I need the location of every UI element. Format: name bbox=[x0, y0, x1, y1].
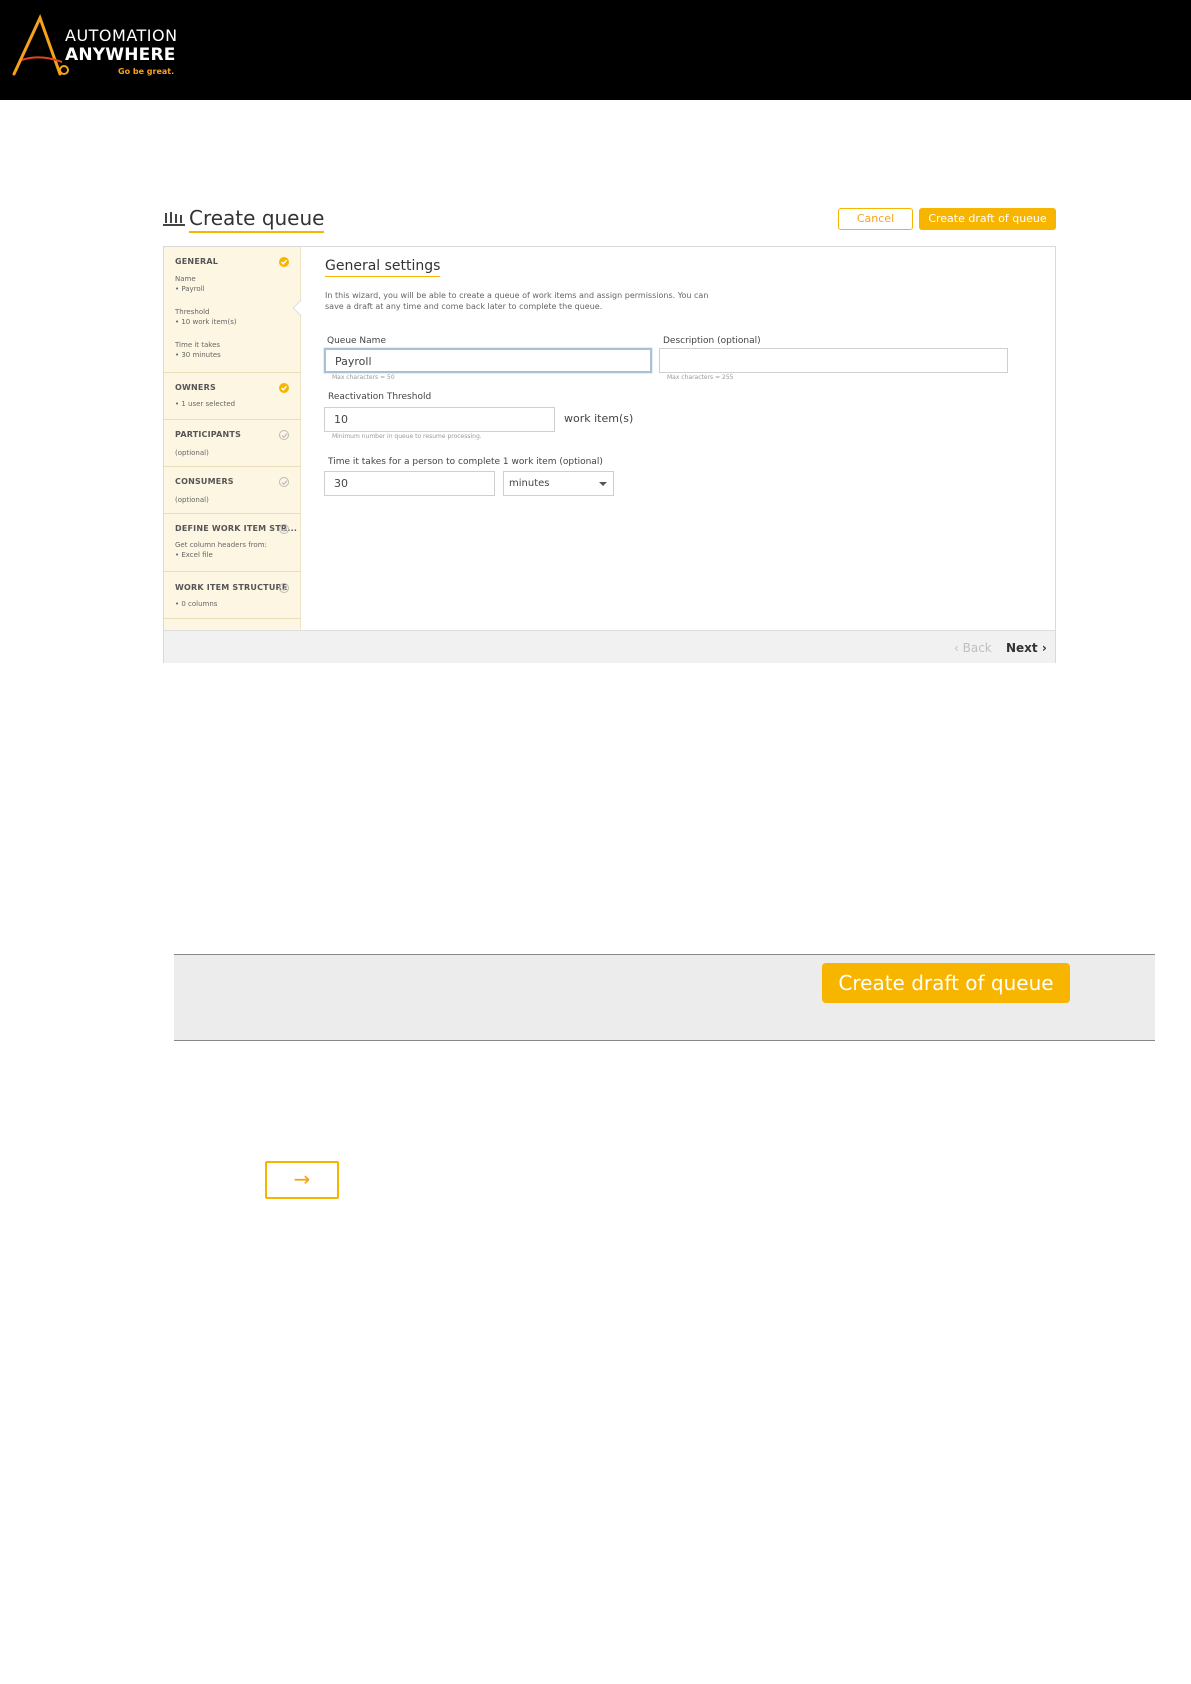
chevron-down-icon bbox=[599, 482, 607, 486]
time-to-complete-label: Time it takes for a person to complete 1… bbox=[328, 457, 603, 467]
wizard-footer: ‹ Back Next › bbox=[164, 630, 1055, 663]
page-title-wrap: Create queue bbox=[163, 205, 325, 233]
reactivation-threshold-input[interactable]: 10 bbox=[324, 407, 555, 432]
step-define-work-item-structure[interactable]: DEFINE WORK ITEM STR... Get column heade… bbox=[164, 514, 300, 572]
general-threshold-value: • 10 work item(s) bbox=[175, 318, 237, 326]
page-title: Create queue bbox=[189, 206, 325, 233]
create-queue-screenshot: Create queue Cancel Create draft of queu… bbox=[163, 200, 1056, 663]
general-time-label: Time it takes bbox=[175, 341, 221, 349]
step-work-item-structure-heading: WORK ITEM STRUCTURE bbox=[175, 583, 288, 592]
description-input[interactable] bbox=[659, 348, 1008, 373]
queue-name-hint: Max characters = 50 bbox=[332, 374, 395, 381]
check-pending-icon bbox=[279, 430, 289, 440]
description-label: Description (optional) bbox=[663, 336, 761, 346]
section-title: General settings bbox=[325, 258, 441, 277]
queue-name-input[interactable]: Payroll bbox=[324, 348, 652, 373]
back-button[interactable]: ‹ Back bbox=[954, 641, 992, 655]
check-pending-icon bbox=[279, 583, 289, 593]
chevron-right-icon: › bbox=[1037, 641, 1047, 655]
logo-text-anywhere: ANYWHERE bbox=[65, 45, 176, 65]
step-work-item-structure[interactable]: WORK ITEM STRUCTURE • 0 columns bbox=[164, 572, 300, 619]
time-unit-selected: minutes bbox=[509, 478, 550, 489]
general-settings-panel: General settings In this wizard, you wil… bbox=[302, 247, 1055, 630]
step-general-heading: GENERAL bbox=[175, 257, 219, 266]
queue-icon bbox=[163, 212, 185, 226]
create-draft-button[interactable]: Create draft of queue bbox=[919, 208, 1056, 230]
step-consumers[interactable]: CONSUMERS (optional) bbox=[164, 467, 300, 514]
next-label: Next bbox=[1006, 641, 1038, 655]
define-structure-source: • Excel file bbox=[175, 551, 213, 559]
arrow-key-icon: → bbox=[265, 1161, 339, 1199]
work-item-structure-detail: • 0 columns bbox=[175, 600, 218, 608]
callout-strip: Create draft of queue bbox=[174, 954, 1155, 1041]
check-pending-icon bbox=[279, 524, 289, 534]
general-time-value: • 30 minutes bbox=[175, 351, 221, 359]
chevron-left-icon: ‹ bbox=[954, 641, 963, 655]
define-structure-detail: Get column headers from: bbox=[175, 541, 267, 549]
header-band: AUTOMATION ANYWHERE Go be great. bbox=[0, 0, 1191, 100]
cancel-button[interactable]: Cancel bbox=[838, 208, 913, 230]
step-owners-heading: OWNERS bbox=[175, 383, 216, 392]
general-threshold-label: Threshold bbox=[175, 308, 210, 316]
wizard-steps-sidebar: GENERAL Name • Payroll Threshold • 10 wo… bbox=[164, 247, 301, 630]
time-unit-select[interactable]: minutes bbox=[503, 471, 614, 496]
step-consumers-heading: CONSUMERS bbox=[175, 477, 234, 486]
create-draft-button-zoomed[interactable]: Create draft of queue bbox=[822, 963, 1070, 1003]
logo-text-automation: AUTOMATION bbox=[65, 26, 178, 45]
queue-name-label: Queue Name bbox=[327, 336, 386, 346]
general-name-label: Name bbox=[175, 275, 196, 283]
wizard-intro-text: In this wizard, you will be able to crea… bbox=[325, 291, 709, 311]
participants-detail: (optional) bbox=[175, 449, 209, 457]
step-owners[interactable]: OWNERS • 1 user selected bbox=[164, 373, 300, 420]
check-done-icon bbox=[279, 383, 289, 393]
back-label: Back bbox=[962, 641, 992, 655]
step-participants[interactable]: PARTICIPANTS (optional) bbox=[164, 420, 300, 467]
reactivation-unit: work item(s) bbox=[564, 412, 634, 425]
reactivation-threshold-hint: Minimum number in queue to resume proces… bbox=[332, 433, 482, 440]
reactivation-threshold-label: Reactivation Threshold bbox=[328, 392, 432, 402]
next-button[interactable]: Next › bbox=[1006, 641, 1047, 655]
consumers-detail: (optional) bbox=[175, 496, 209, 504]
logo-a-icon bbox=[12, 14, 69, 76]
general-name-value: • Payroll bbox=[175, 285, 205, 293]
owners-detail: • 1 user selected bbox=[175, 400, 236, 408]
check-done-icon bbox=[279, 257, 289, 267]
automation-anywhere-logo: AUTOMATION ANYWHERE Go be great. bbox=[10, 14, 195, 78]
step-general[interactable]: GENERAL Name • Payroll Threshold • 10 wo… bbox=[164, 247, 300, 373]
step-participants-heading: PARTICIPANTS bbox=[175, 430, 242, 439]
time-to-complete-input[interactable]: 30 bbox=[324, 471, 495, 496]
wizard-frame: GENERAL Name • Payroll Threshold • 10 wo… bbox=[163, 246, 1056, 663]
logo-tagline: Go be great. bbox=[118, 67, 175, 76]
check-pending-icon bbox=[279, 477, 289, 487]
description-hint: Max characters = 255 bbox=[667, 374, 734, 381]
